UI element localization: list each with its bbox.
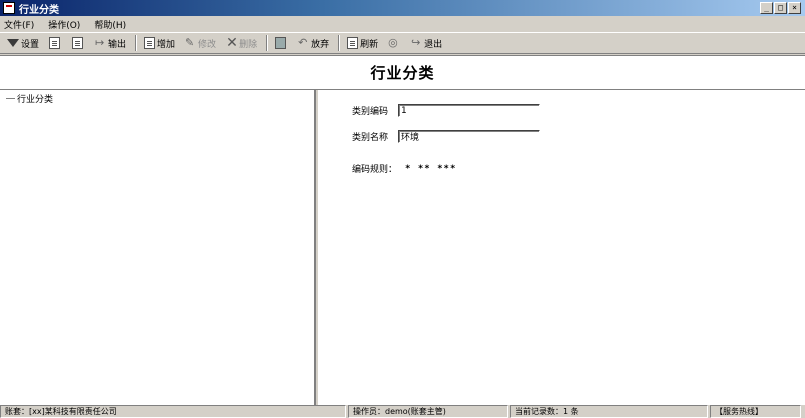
export-icon: ↦ (95, 36, 105, 49)
menu-help[interactable]: 帮助(H) (94, 18, 126, 31)
rule-value: * ** *** (405, 163, 457, 174)
title-bar[interactable]: 行业分类 _ □ × (0, 0, 805, 16)
rule-row: 编码规则： * ** *** (352, 162, 457, 176)
refresh-button[interactable]: 刷新 (344, 34, 381, 52)
discard-label: 放弃 (311, 39, 330, 50)
print-icon (49, 37, 61, 49)
menu-operate[interactable]: 操作(O) (48, 18, 80, 31)
pencil-icon: ✎ (185, 36, 195, 49)
category-tree[interactable]: 行业分类 (0, 90, 316, 405)
tree-connector (6, 98, 15, 99)
toolbar: 设置 ↦ 输出 增加 ✎ 修改 ✕ 删除 ↶ 放弃 刷新 ◎ ↪ 退出 (0, 32, 805, 54)
code-row: 类别编码 (352, 104, 540, 117)
output-button[interactable]: ↦ 输出 (92, 34, 129, 52)
code-label: 类别编码 (352, 107, 389, 117)
delete-button[interactable]: ✕ 删除 (223, 34, 260, 52)
exit-icon: ↪ (411, 36, 421, 49)
new-page-icon (144, 37, 156, 49)
app-icon (3, 2, 15, 14)
status-operator: 操作员：demo(账套主管) (348, 405, 508, 418)
tree-root-label: 行业分类 (17, 95, 54, 105)
refresh-icon (347, 37, 359, 49)
status-account: 账套：[xx]某科技有限责任公司 (0, 405, 346, 418)
window-title: 行业分类 (19, 4, 59, 16)
name-input[interactable] (398, 130, 540, 143)
name-row: 类别名称 (352, 130, 540, 143)
help-button[interactable]: ◎ (385, 34, 404, 52)
code-input[interactable] (398, 104, 540, 117)
preview-button[interactable] (69, 34, 88, 52)
modify-button[interactable]: ✎ 修改 (182, 34, 219, 52)
add-button[interactable]: 增加 (141, 34, 178, 52)
window-controls: _ □ × (760, 2, 801, 14)
tree-root-node[interactable]: 行业分类 (6, 92, 53, 105)
close-button[interactable]: × (788, 2, 801, 14)
output-label: 输出 (108, 39, 127, 50)
help-icon: ◎ (388, 36, 398, 49)
preview-icon (72, 37, 84, 49)
modify-label: 修改 (198, 39, 217, 50)
name-label: 类别名称 (352, 133, 389, 143)
save-button[interactable] (272, 34, 291, 52)
exit-label: 退出 (424, 39, 443, 50)
refresh-label: 刷新 (360, 39, 379, 50)
add-label: 增加 (157, 39, 176, 50)
save-icon (275, 37, 287, 49)
setup-label: 设置 (21, 39, 40, 50)
filter-icon (7, 39, 19, 47)
exit-button[interactable]: ↪ 退出 (408, 34, 445, 52)
rule-label: 编码规则： (352, 165, 398, 175)
discard-button[interactable]: ↶ 放弃 (295, 34, 332, 52)
status-bar: 账套：[xx]某科技有限责任公司 操作员：demo(账套主管) 当前记录数：1 … (0, 405, 805, 418)
toolbar-separator (338, 35, 341, 51)
toolbar-separator (266, 35, 269, 51)
delete-label: 删除 (239, 39, 258, 50)
menu-bar: 文件(F) 操作(O) 帮助(H) (0, 16, 805, 32)
undo-icon: ↶ (298, 36, 308, 49)
minimize-button[interactable]: _ (760, 2, 773, 14)
toolbar-separator (135, 35, 138, 51)
setup-button[interactable]: 设置 (4, 34, 42, 52)
maximize-button[interactable]: □ (774, 2, 787, 14)
page-title: 行业分类 (370, 64, 435, 82)
delete-icon: ✕ (226, 35, 238, 51)
status-support[interactable]: 【服务热线】 (710, 405, 801, 418)
heading-area: 行业分类 (0, 55, 805, 90)
print-button[interactable] (46, 34, 65, 52)
app-window: 行业分类 _ □ × 文件(F) 操作(O) 帮助(H) 设置 ↦ 输出 增加 (0, 0, 805, 418)
menu-file[interactable]: 文件(F) (4, 18, 34, 31)
detail-form: 类别编码 类别名称 编码规则： * ** *** (318, 90, 805, 405)
status-records: 当前记录数：1 条 (510, 405, 708, 418)
